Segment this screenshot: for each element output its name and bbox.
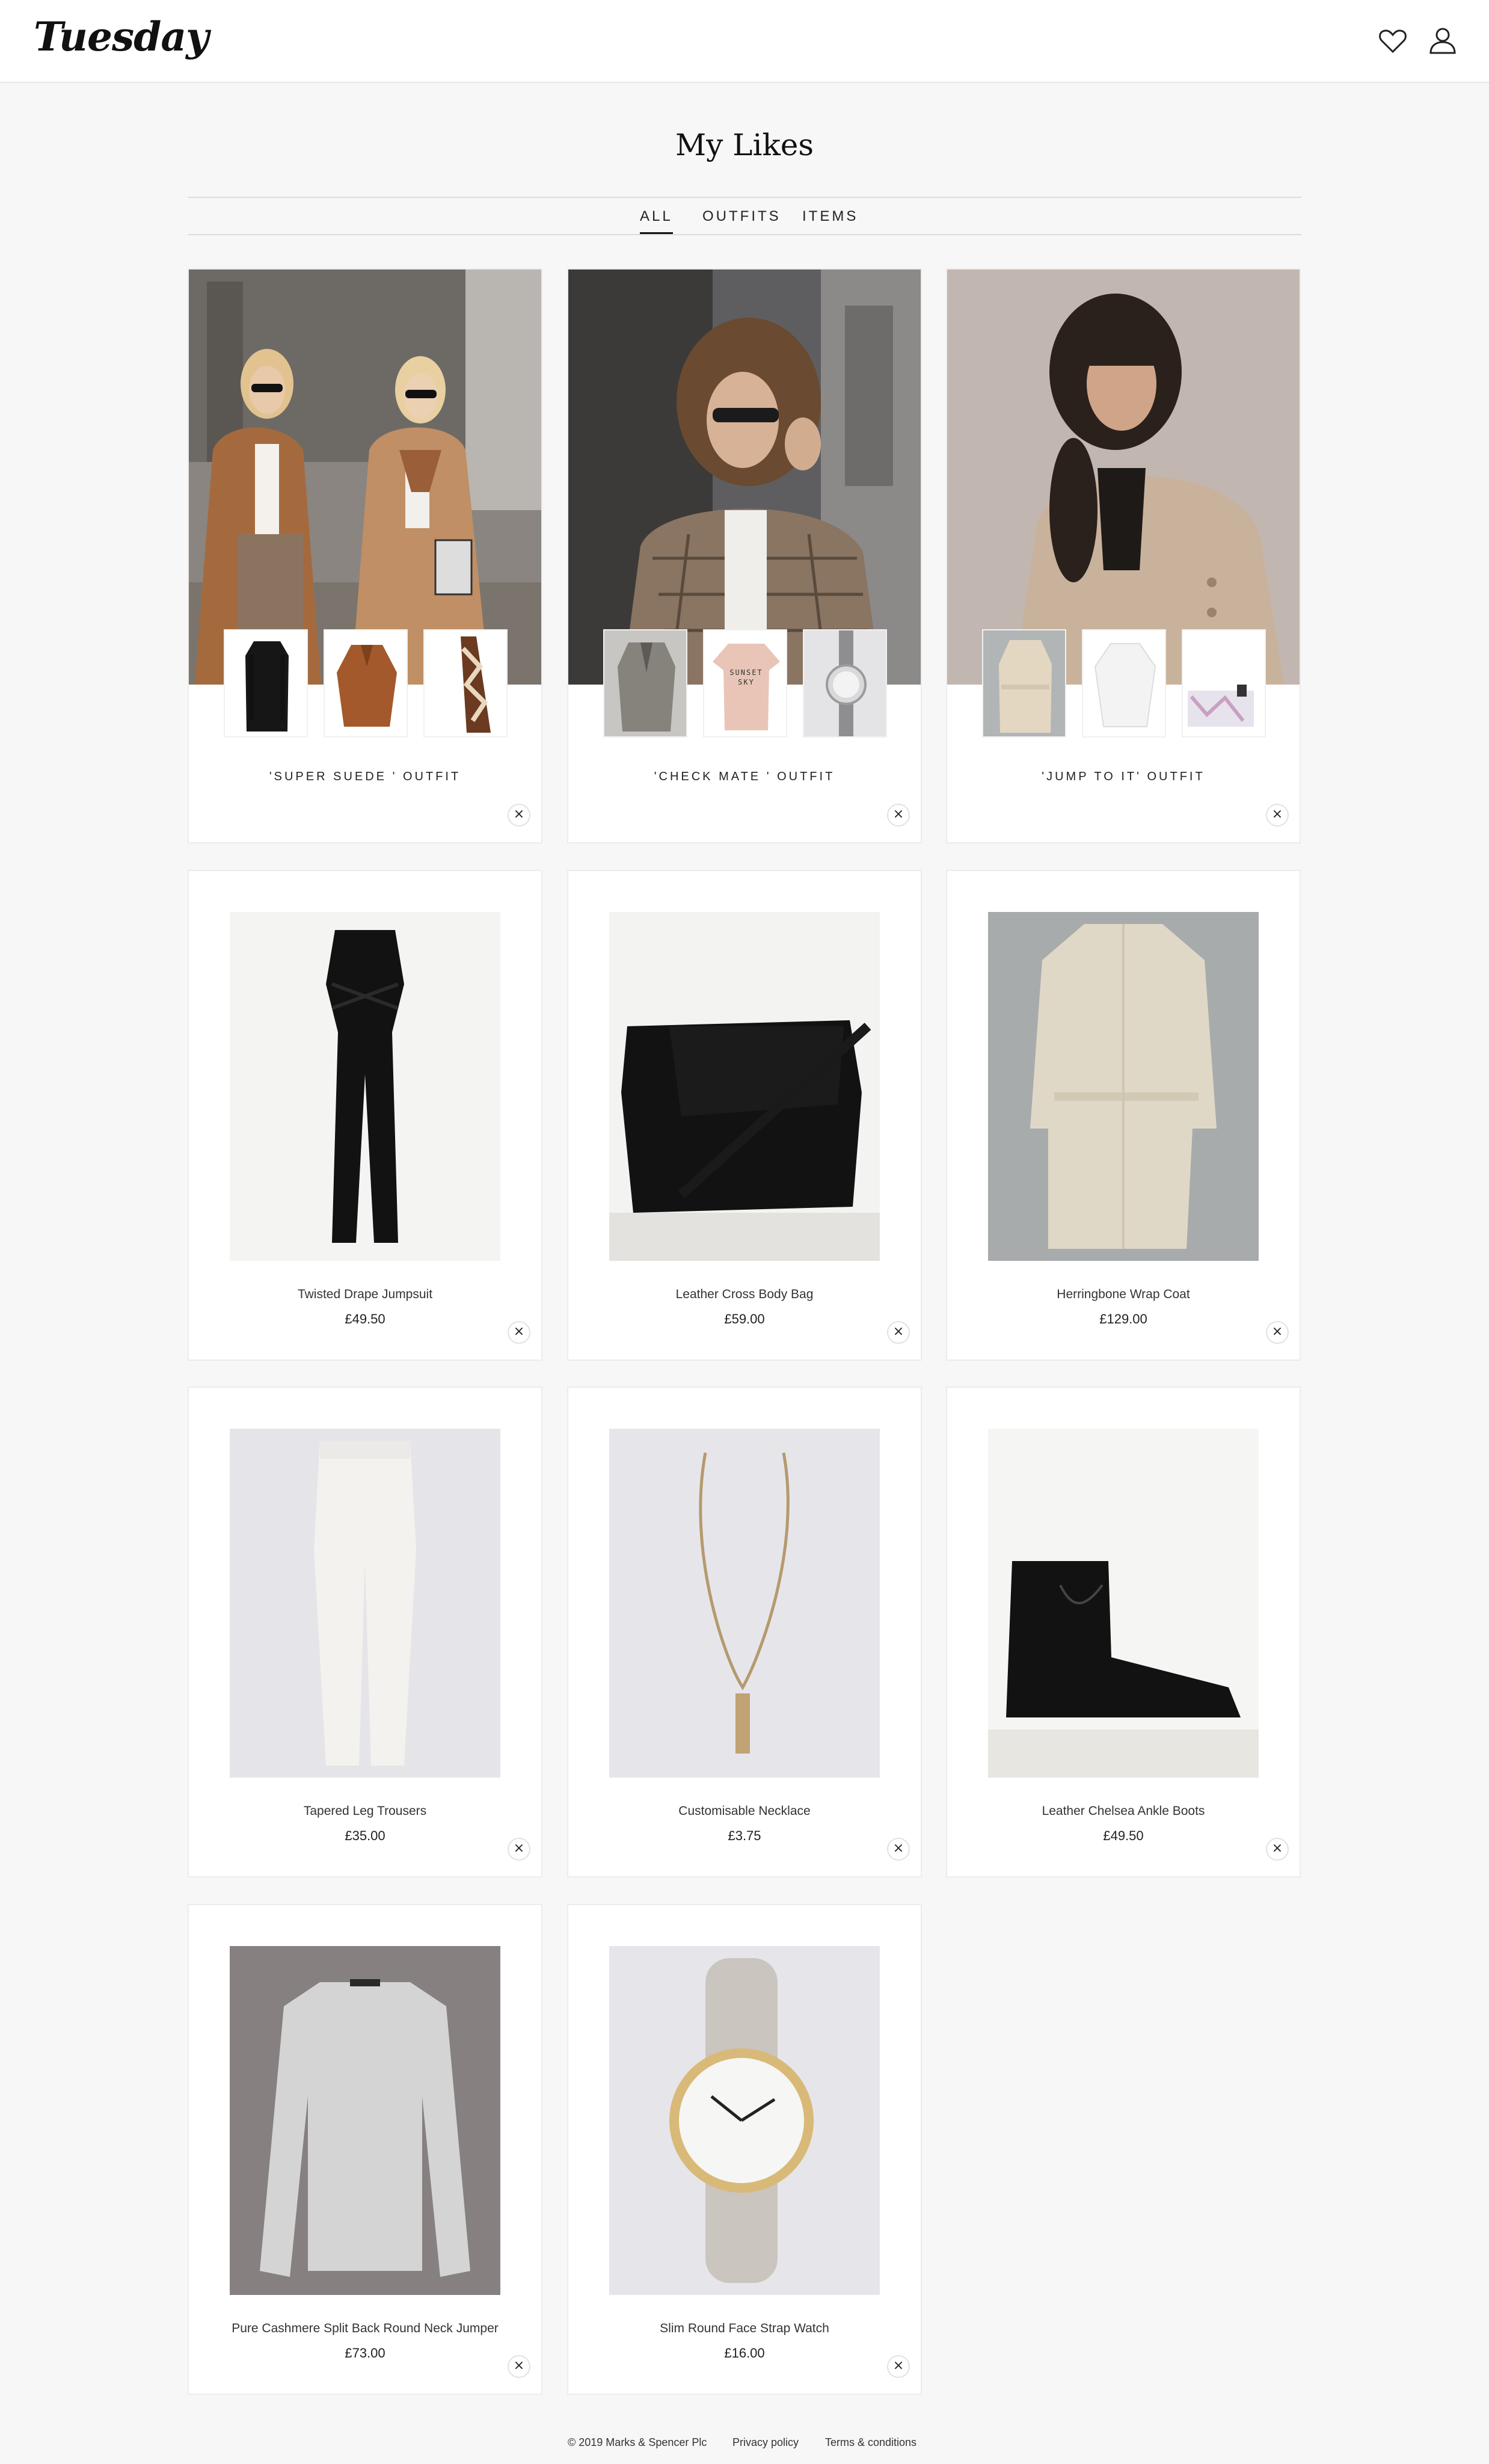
remove-button[interactable]: × bbox=[508, 804, 530, 827]
page-title: My Likes bbox=[675, 128, 814, 162]
product-name[interactable]: Pure Cashmere Split Back Round Neck Jump… bbox=[189, 2321, 541, 2336]
outfit-name[interactable]: 'JUMP TO IT' OUTFIT bbox=[947, 770, 1300, 784]
product-name[interactable]: Twisted Drape Jumpsuit bbox=[189, 1287, 541, 1302]
remove-button[interactable]: × bbox=[1266, 804, 1289, 827]
product-price: £49.50 bbox=[1103, 1828, 1144, 1843]
product-image[interactable] bbox=[988, 1429, 1259, 1778]
item-card[interactable]: Tapered Leg Trousers £35.00 × bbox=[188, 1387, 542, 1877]
remove-button[interactable]: × bbox=[887, 1321, 910, 1344]
outfit-name[interactable]: 'CHECK MATE ' OUTFIT bbox=[568, 770, 921, 784]
tabs-divider-top bbox=[188, 197, 1301, 198]
product-name[interactable]: Herringbone Wrap Coat bbox=[947, 1287, 1300, 1302]
item-card[interactable]: Leather Chelsea Ankle Boots £49.50 × bbox=[946, 1387, 1301, 1877]
product-price: £35.00 bbox=[345, 1828, 385, 1843]
remove-button[interactable]: × bbox=[508, 2355, 530, 2378]
outfit-card[interactable]: 'SUPER SUEDE ' OUTFIT × bbox=[188, 268, 542, 843]
footer-copyright: © 2019 Marks & Spencer Plc bbox=[568, 2436, 707, 2448]
site-header: Tuesday bbox=[0, 0, 1489, 83]
outfit-photo[interactable] bbox=[189, 270, 541, 685]
product-price: £129.00 bbox=[1099, 1311, 1147, 1326]
outfit-card[interactable]: 'JUMP TO IT' OUTFIT × bbox=[946, 268, 1301, 843]
outfit-thumb-trench[interactable] bbox=[982, 629, 1066, 738]
product-price: £16.00 bbox=[724, 2345, 765, 2361]
product-name[interactable]: Tapered Leg Trousers bbox=[189, 1804, 541, 1819]
account-icon[interactable] bbox=[1427, 25, 1458, 57]
tab-all[interactable]: ALL bbox=[640, 208, 673, 234]
outfit-thumb-blouse[interactable] bbox=[324, 629, 408, 738]
outfit-photo[interactable] bbox=[947, 270, 1300, 685]
outfit-thumb-coat[interactable] bbox=[224, 629, 308, 738]
product-image[interactable] bbox=[609, 1429, 880, 1778]
product-image[interactable] bbox=[230, 1429, 500, 1778]
item-card[interactable]: Customisable Necklace £3.75 × bbox=[567, 1387, 922, 1877]
product-name[interactable]: Leather Chelsea Ankle Boots bbox=[947, 1804, 1300, 1819]
product-image[interactable] bbox=[230, 1946, 500, 2295]
outfit-card[interactable]: SUNSET SKY 'CHECK MATE ' OUTFIT × bbox=[567, 268, 922, 843]
tabs-divider-bottom bbox=[188, 234, 1301, 235]
outfit-thumb-gift-set[interactable] bbox=[1182, 629, 1266, 738]
tab-items[interactable]: ITEMS bbox=[802, 208, 858, 225]
heart-icon[interactable] bbox=[1377, 25, 1408, 57]
remove-button[interactable]: × bbox=[887, 804, 910, 827]
item-card[interactable]: Pure Cashmere Split Back Round Neck Jump… bbox=[188, 1904, 542, 2395]
remove-button[interactable]: × bbox=[1266, 1321, 1289, 1344]
product-name[interactable]: Leather Cross Body Bag bbox=[568, 1287, 921, 1302]
outfit-thumb-scarf[interactable] bbox=[423, 629, 508, 738]
product-image[interactable] bbox=[609, 912, 880, 1261]
product-image[interactable] bbox=[988, 912, 1259, 1261]
product-name[interactable]: Slim Round Face Strap Watch bbox=[568, 2321, 921, 2336]
item-card[interactable]: Twisted Drape Jumpsuit £49.50 × bbox=[188, 870, 542, 1361]
outfit-thumb-top[interactable] bbox=[1082, 629, 1166, 738]
footer-privacy-link[interactable]: Privacy policy bbox=[732, 2436, 799, 2449]
product-price: £3.75 bbox=[728, 1828, 761, 1843]
remove-button[interactable]: × bbox=[887, 2355, 910, 2378]
brand-logo[interactable]: Tuesday bbox=[34, 13, 209, 60]
item-card[interactable]: Leather Cross Body Bag £59.00 × bbox=[567, 870, 922, 1361]
outfit-thumb-blazer[interactable] bbox=[603, 629, 687, 738]
outfit-thumb-tshirt[interactable]: SUNSET SKY bbox=[703, 629, 787, 738]
outfit-photo[interactable] bbox=[568, 270, 921, 685]
outfit-thumb-watch[interactable] bbox=[803, 629, 887, 738]
product-image[interactable] bbox=[230, 912, 500, 1261]
footer-terms-link[interactable]: Terms & conditions bbox=[825, 2436, 916, 2449]
outfit-name[interactable]: 'SUPER SUEDE ' OUTFIT bbox=[189, 770, 541, 784]
product-name[interactable]: Customisable Necklace bbox=[568, 1804, 921, 1819]
product-price: £59.00 bbox=[724, 1311, 765, 1326]
item-card[interactable]: Herringbone Wrap Coat £129.00 × bbox=[946, 870, 1301, 1361]
tshirt-print-text: SUNSET SKY bbox=[729, 668, 763, 686]
item-card[interactable]: Slim Round Face Strap Watch £16.00 × bbox=[567, 1904, 922, 2395]
remove-button[interactable]: × bbox=[887, 1838, 910, 1861]
remove-button[interactable]: × bbox=[508, 1321, 530, 1344]
product-image[interactable] bbox=[609, 1946, 880, 2295]
tab-outfits[interactable]: OUTFITS bbox=[702, 208, 781, 225]
product-price: £73.00 bbox=[345, 2345, 385, 2361]
remove-button[interactable]: × bbox=[1266, 1838, 1289, 1861]
product-price: £49.50 bbox=[345, 1311, 385, 1326]
remove-button[interactable]: × bbox=[508, 1838, 530, 1861]
